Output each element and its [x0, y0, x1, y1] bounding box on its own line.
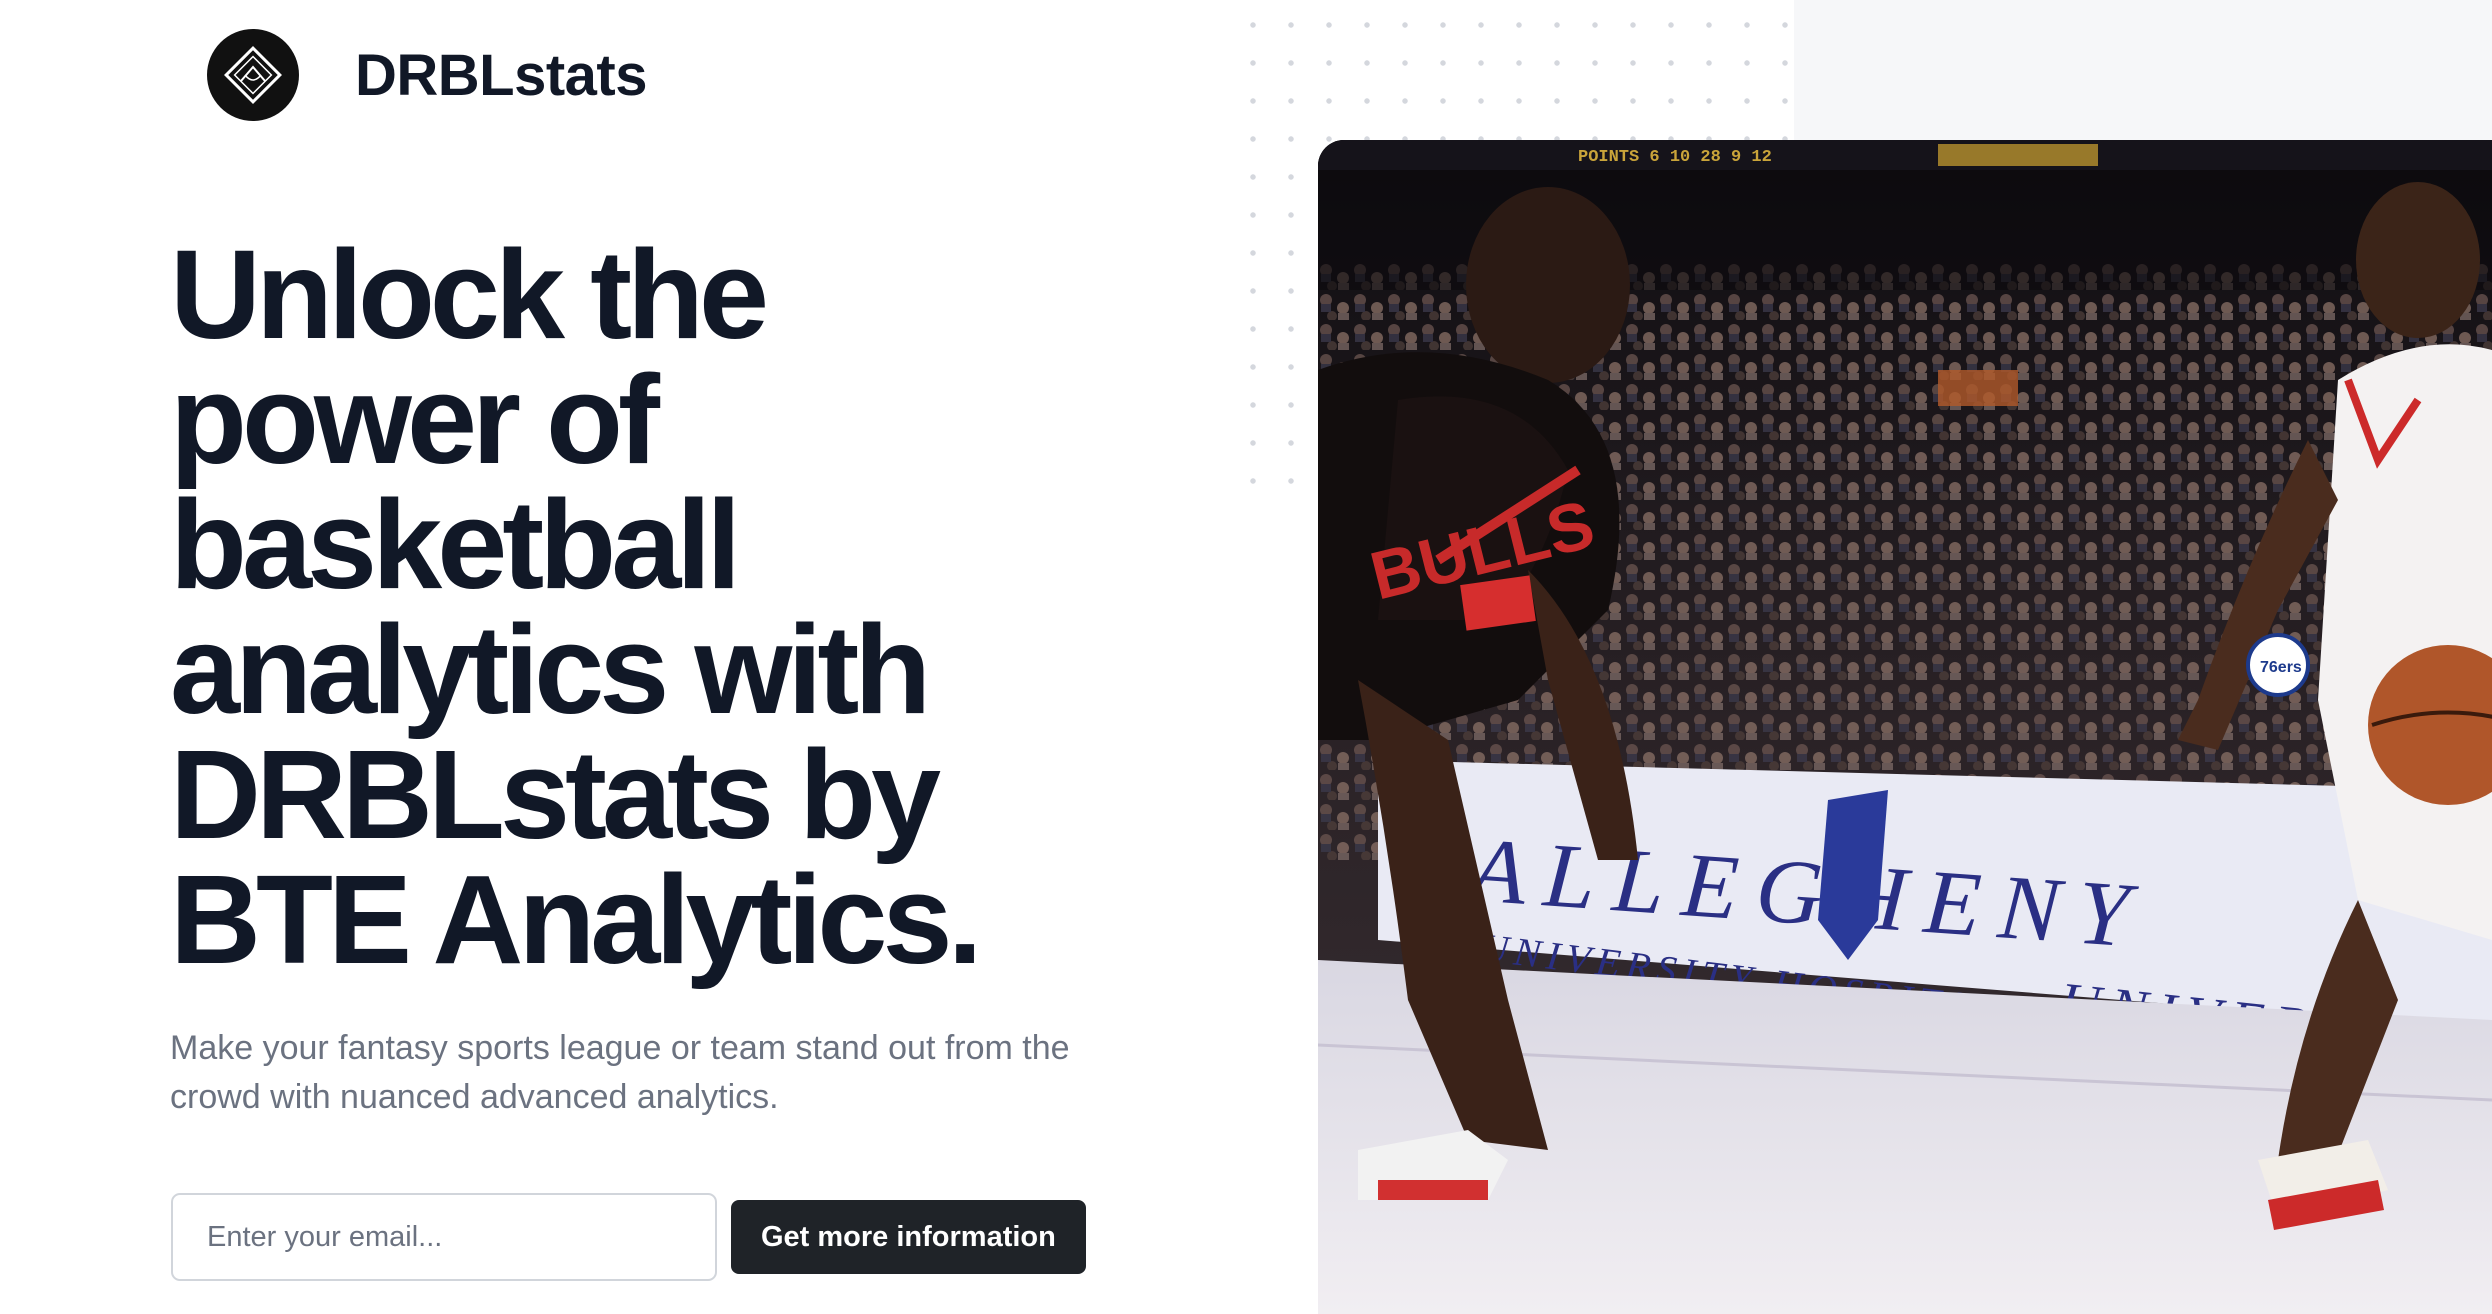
- logo-link[interactable]: [207, 29, 299, 121]
- diamond-court-logo-icon: [207, 29, 299, 121]
- hero-title-line: analytics with: [170, 599, 931, 740]
- landing-page: DRBLstats Unlock the power of basketball…: [0, 0, 2492, 1314]
- hero-subtitle: Make your fantasy sports league or team …: [170, 1024, 1130, 1122]
- background-panel: [1794, 0, 2492, 142]
- hero-title-line: Unlock the: [170, 224, 769, 365]
- sixers-badge: 76ers: [2260, 659, 2302, 676]
- get-more-information-button[interactable]: Get more information: [731, 1200, 1086, 1274]
- email-input[interactable]: [171, 1193, 717, 1281]
- scoreboard-text: POINTS 6 10 28 9 12: [1578, 148, 1772, 167]
- hero-title-line: power of: [170, 349, 660, 490]
- hero-title-line: BTE Analytics.: [170, 849, 983, 990]
- hero-photo: POINTS 6 10 28 9 12 ALLEGHENY UNIVERSITY…: [1318, 140, 2492, 1314]
- hero-subtitle-line: crowd with nuanced advanced analytics.: [170, 1078, 779, 1116]
- hero-title-line: basketball: [170, 474, 741, 615]
- brand-name[interactable]: DRBLstats: [355, 42, 648, 109]
- hero-title-line: DRBLstats by: [170, 724, 941, 865]
- basketball-game-image: POINTS 6 10 28 9 12 ALLEGHENY UNIVERSITY…: [1318, 140, 2492, 1314]
- hero-subtitle-line: Make your fantasy sports league or team …: [170, 1029, 1070, 1067]
- site-header: DRBLstats: [207, 29, 648, 121]
- hero-section: Unlock the power of basketball analytics…: [170, 232, 1170, 1122]
- hero-title: Unlock the power of basketball analytics…: [170, 224, 1170, 990]
- email-signup-form: Get more information: [171, 1193, 1086, 1281]
